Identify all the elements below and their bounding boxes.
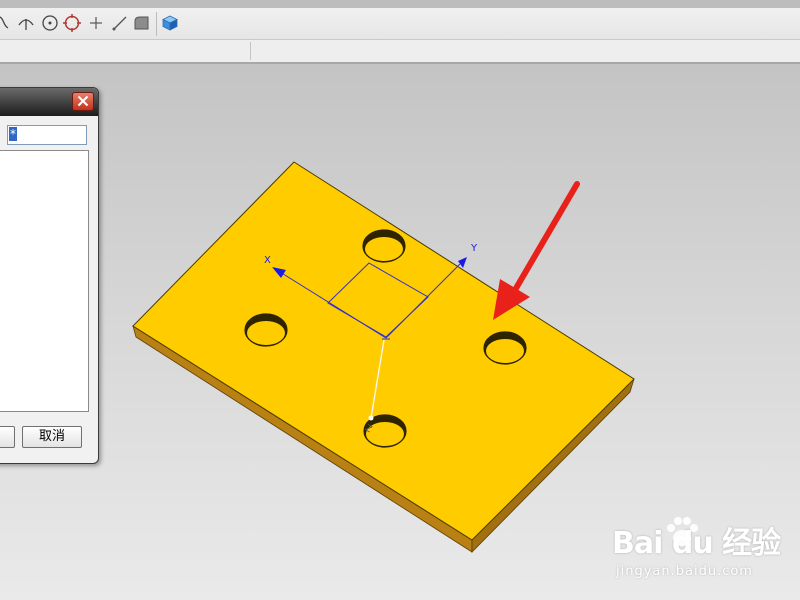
view-cube-icon[interactable] [160,13,180,33]
ok-button[interactable] [0,426,15,448]
curve-tool-icon[interactable] [0,13,14,33]
results-list[interactable] [0,150,89,412]
cancel-button[interactable]: 取消 [22,426,82,448]
circle-center-icon[interactable] [40,13,60,33]
hole-right[interactable] [483,331,527,365]
filter-dialog: * 取消 [0,87,99,464]
hole-top[interactable] [362,229,406,263]
toolbar [0,0,800,40]
close-icon [77,95,89,107]
x-axis-label: X [264,255,271,266]
filter-input[interactable]: * [7,125,87,145]
circle-snap-icon[interactable] [62,13,82,33]
filter-input-selected-text: * [9,127,17,141]
close-button[interactable] [72,92,94,111]
point-plus-icon[interactable] [86,13,106,33]
annotation-arrow [493,181,580,320]
line-tool-icon[interactable] [110,13,130,33]
fillet-tool-icon[interactable] [132,13,152,33]
status-strip [0,40,800,64]
z-axis-origin-dot [368,415,374,421]
dialog-titlebar[interactable] [0,88,98,116]
y-axis-label: Y [470,243,478,254]
toolbar-separator [156,12,157,36]
arc-tool-icon[interactable] [16,13,36,33]
baidu-paw-icon [667,517,698,546]
hole-left[interactable] [244,313,288,347]
watermark-url: jingyan.baidu.com [616,564,753,579]
cad-application: X Y Z * 取消 Bai du 经验 jingyan.baidu.com [0,0,800,600]
baidu-watermark: Bai du 经验 jingyan.baidu.com [612,517,792,588]
y-axis-arrowhead [458,257,467,268]
strip-divider [250,42,251,60]
